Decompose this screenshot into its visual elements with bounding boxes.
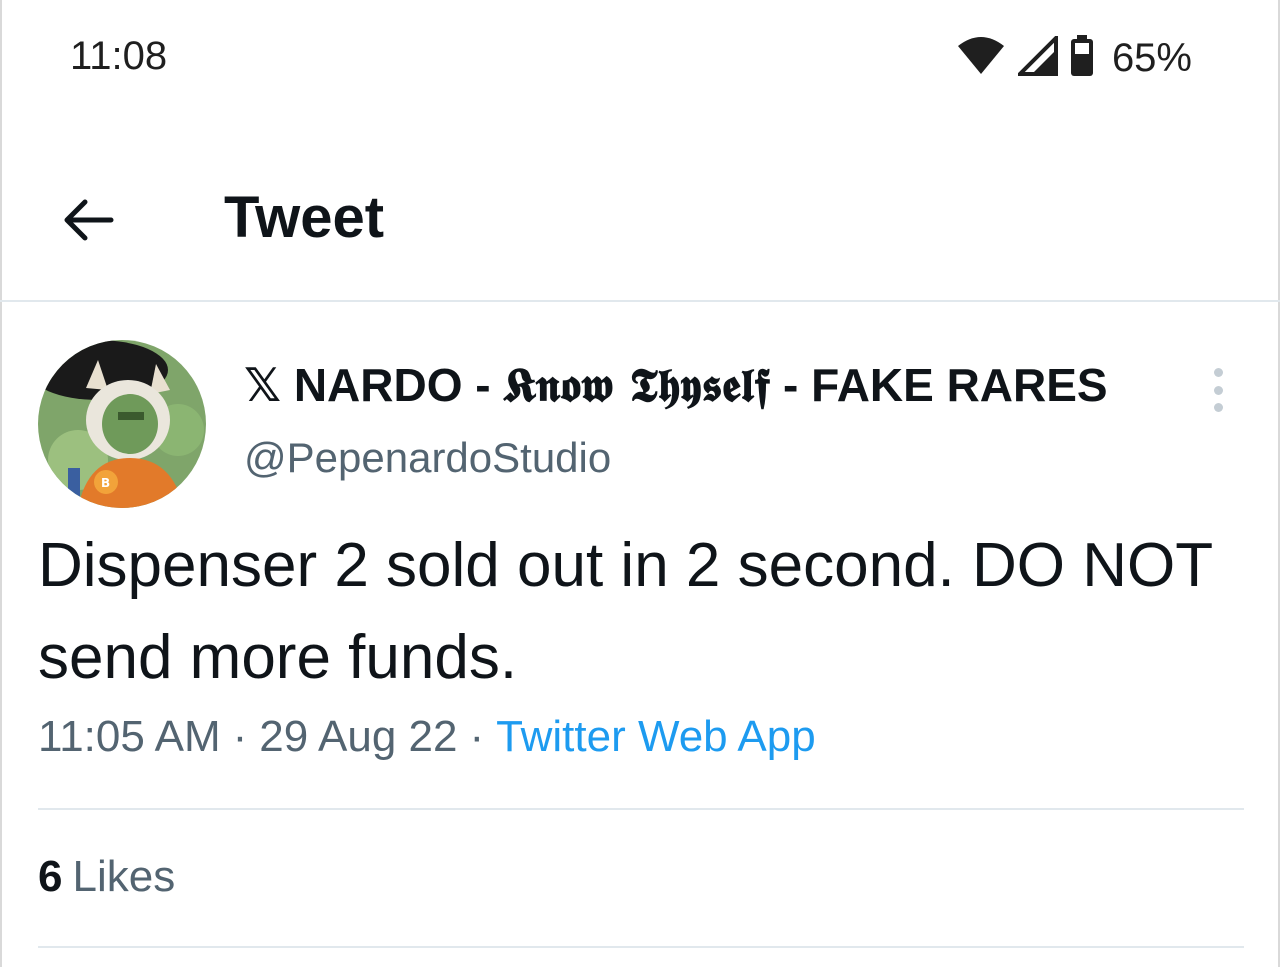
avatar[interactable]: B [38, 340, 206, 508]
more-dot-icon [1213, 403, 1223, 412]
page-title: Tweet [224, 185, 385, 250]
user-handle[interactable]: @PepenardoStudio [244, 434, 611, 482]
tweet-date[interactable]: 29 Aug 22 [259, 712, 457, 761]
display-name-blackletter: 𝕶𝖓𝖔𝖜 𝕿𝖍𝖞𝖘𝖊𝖑𝖋 [503, 358, 771, 412]
status-clock: 11:08 [70, 34, 168, 78]
display-name[interactable]: 𝕏 NARDO - 𝕶𝖓𝖔𝖜 𝕿𝖍𝖞𝖘𝖊𝖑𝖋 - FAKE RARES [244, 358, 1108, 414]
status-bar: 11:08 65% [0, 0, 1280, 120]
tweet-source-link[interactable]: Twitter Web App [496, 712, 816, 761]
more-options-button[interactable] [1206, 368, 1230, 412]
tweet-meta: 11:05 AM · 29 Aug 22 · Twitter Web App [38, 712, 816, 762]
more-dot-icon [1213, 368, 1223, 377]
tweet-time[interactable]: 11:05 AM [38, 712, 221, 761]
top-app-bar: Tweet [0, 150, 1280, 302]
battery-icon [1070, 34, 1094, 82]
likes-stat[interactable]: 6 Likes [38, 852, 175, 902]
svg-text:B: B [101, 476, 110, 490]
cell-signal-icon [1015, 32, 1058, 81]
arrow-left-icon [61, 198, 115, 247]
likes-label: Likes [72, 852, 176, 901]
display-name-prefix: 𝕏 NARDO - [244, 359, 504, 411]
likes-count: 6 [38, 852, 63, 901]
battery-percent: 65% [1111, 35, 1192, 80]
status-icons: 65% [956, 32, 1192, 82]
meta-separator: · [232, 712, 248, 761]
more-dot-icon [1213, 385, 1223, 395]
meta-separator: · [469, 712, 485, 761]
divider [38, 946, 1244, 948]
screen-edge-left [0, 0, 2, 967]
wifi-icon [956, 36, 1006, 81]
tweet-text: Dispenser 2 sold out in 2 second. DO NOT… [38, 531, 1212, 692]
display-name-suffix: - FAKE RARES [770, 359, 1108, 411]
back-button[interactable] [56, 190, 120, 254]
divider [38, 808, 1244, 810]
